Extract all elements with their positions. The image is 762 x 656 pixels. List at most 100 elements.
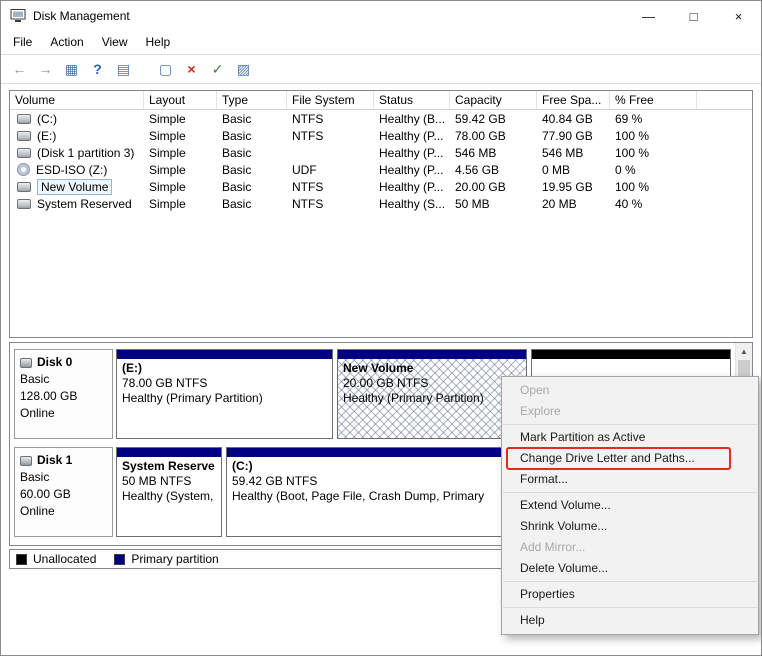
context-menu-item[interactable]: Mark Partition as Active — [502, 427, 758, 448]
cell-file_system: NTFS — [292, 128, 324, 143]
popup-window-icon[interactable]: ▢ — [153, 57, 178, 81]
column-header[interactable]: Status — [374, 91, 450, 109]
menu-item-file[interactable]: File — [4, 31, 41, 54]
mark-active-icon[interactable]: ✓ — [205, 57, 230, 81]
cell-capacity: 546 MB — [455, 145, 497, 160]
cell-free_space: 0 MB — [542, 162, 571, 177]
volume-cell: New Volume — [10, 178, 144, 195]
cell-type: Basic — [222, 128, 252, 143]
minimize-button[interactable]: — — [626, 1, 671, 31]
partition-color-strip — [117, 350, 332, 359]
cell-pct_free: 69 % — [615, 111, 643, 126]
context-menu-item[interactable]: Help — [502, 610, 758, 631]
volume-row[interactable]: System Reserved Simple Basic NTFS Healthy (S… — [10, 195, 752, 212]
window-controls: — □ × — [626, 1, 761, 31]
cell-status: Healthy (P... — [379, 128, 444, 143]
maximize-button[interactable]: □ — [671, 1, 716, 31]
back-icon[interactable]: ← — [7, 57, 32, 81]
disk-icon — [20, 357, 32, 368]
context-menu-item[interactable]: Properties — [502, 584, 758, 605]
disk-size: 128.00 GB — [20, 389, 78, 403]
context-menu-item[interactable]: Delete Volume... — [502, 558, 758, 579]
disk-icon — [20, 455, 32, 466]
cell-free_space: 19.95 GB — [542, 179, 593, 194]
menu-item-help[interactable]: Help — [137, 31, 180, 54]
partition-body: New Volume 20.00 GB NTFS Healthy (Primary … — [338, 359, 526, 438]
column-header[interactable]: % Free — [610, 91, 697, 109]
cell-layout: Simple — [149, 179, 186, 194]
menu-item-view[interactable]: View — [93, 31, 137, 54]
close-button[interactable]: × — [716, 1, 761, 31]
disk-name: Disk 1 — [37, 453, 73, 467]
cell-layout: Simple — [149, 145, 186, 160]
volume-name: New Volume — [37, 178, 113, 195]
column-header[interactable]: Type — [217, 91, 287, 109]
context-menu-item[interactable]: Extend Volume... — [502, 495, 758, 516]
context-menu-separator — [503, 424, 757, 425]
partition-body: (E:) 78.00 GB NTFS Healthy (Primary Partit… — [117, 359, 332, 438]
column-header[interactable]: Free Spa... — [537, 91, 610, 109]
disk-header[interactable]: Disk 0 Basic 128.00 GB Online — [14, 349, 113, 439]
partition[interactable]: New Volume 20.00 GB NTFS Healthy (Primary … — [337, 349, 527, 439]
partition-status: Healthy (Primary Partition) — [343, 391, 484, 405]
cell-type: Basic — [222, 111, 252, 126]
legend-label: Unallocated — [33, 552, 97, 566]
partition-color-strip — [117, 448, 221, 457]
partition-status: Healthy (System, — [122, 489, 214, 503]
delete-volume-icon[interactable]: × — [179, 57, 204, 81]
volume-cell: (E:) — [10, 129, 144, 143]
volume-row[interactable]: New Volume Simple Basic NTFS Healthy (P... 20… — [10, 178, 752, 195]
forward-icon[interactable]: → — [33, 57, 58, 81]
cell-file_system: NTFS — [292, 111, 324, 126]
context-menu-separator — [503, 607, 757, 608]
show-action-pane-icon[interactable]: ▤ — [111, 57, 136, 81]
volume-cell: ESD-ISO (Z:) — [10, 163, 144, 177]
partition-size: 50 MB NTFS — [122, 474, 192, 488]
disk-title: Disk 1 — [20, 452, 107, 469]
cell-status: Healthy (P... — [379, 179, 444, 194]
cell-layout: Simple — [149, 162, 186, 177]
menu-item-action[interactable]: Action — [41, 31, 92, 54]
cell-capacity: 59.42 GB — [455, 111, 506, 126]
disk-management-window: Disk Management — □ × File Action View Help… — [0, 0, 762, 656]
column-header[interactable]: Volume — [10, 91, 144, 109]
context-menu-item[interactable]: Change Drive Letter and Paths... — [502, 447, 758, 470]
help-icon[interactable]: ? — [85, 57, 110, 81]
show-console-tree-icon[interactable]: ▦ — [59, 57, 84, 81]
cell-status: Healthy (B... — [379, 111, 446, 126]
cell-layout: Simple — [149, 128, 186, 143]
app-icon — [10, 9, 26, 23]
volume-row[interactable]: (C:) Simple Basic NTFS Healthy (B... 59.42 GB… — [10, 110, 752, 127]
volume-row[interactable]: (E:) Simple Basic NTFS Healthy (P... 78.00 GB… — [10, 127, 752, 144]
cell-status: Healthy (S... — [379, 196, 446, 211]
column-header[interactable]: Layout — [144, 91, 217, 109]
column-header[interactable]: File System — [287, 91, 374, 109]
drive-icon — [17, 198, 31, 209]
properties-pane-icon[interactable]: ▨ — [231, 57, 256, 81]
volume-row[interactable]: ESD-ISO (Z:) Simple Basic UDF Healthy (P... 4… — [10, 161, 752, 178]
partition[interactable]: System Reserve 50 MB NTFS Healthy (System, — [116, 447, 222, 537]
disk-status: Online — [20, 504, 55, 518]
disk-size: 60.00 GB — [20, 487, 71, 501]
legend-item: Unallocated — [16, 552, 96, 566]
context-menu-item: Open — [520, 383, 550, 397]
context-menu-item[interactable]: Shrink Volume... — [502, 516, 758, 537]
cell-layout: Simple — [149, 111, 186, 126]
drive-icon — [17, 181, 31, 192]
volume-list-header: Volume Layout Type File System Status Capacit… — [10, 91, 752, 110]
volume-name: (C:) — [37, 111, 57, 126]
context-menu-separator — [503, 581, 757, 582]
disk-name: Disk 0 — [37, 355, 73, 369]
context-menu-item[interactable]: Format... — [502, 469, 758, 490]
scroll-up-icon[interactable]: ▲ — [736, 343, 752, 360]
titlebar: Disk Management — □ × — [1, 1, 761, 31]
disk-header[interactable]: Disk 1 Basic 60.00 GB Online — [14, 447, 113, 537]
toolbar: ← → ▦? ▤ ▢ × ✓ ▨ — [1, 54, 761, 84]
column-header[interactable]: Capacity — [450, 91, 537, 109]
cell-free_space: 546 MB — [542, 145, 584, 160]
cell-pct_free: 40 % — [615, 196, 643, 211]
volume-list-pane: Volume Layout Type File System Status Capacit… — [9, 90, 753, 338]
legend-item: Primary partition — [114, 552, 219, 566]
volume-row[interactable]: (Disk 1 partition 3) Simple Basic Healthy (… — [10, 144, 752, 161]
partition[interactable]: (E:) 78.00 GB NTFS Healthy (Primary Partit… — [116, 349, 333, 439]
